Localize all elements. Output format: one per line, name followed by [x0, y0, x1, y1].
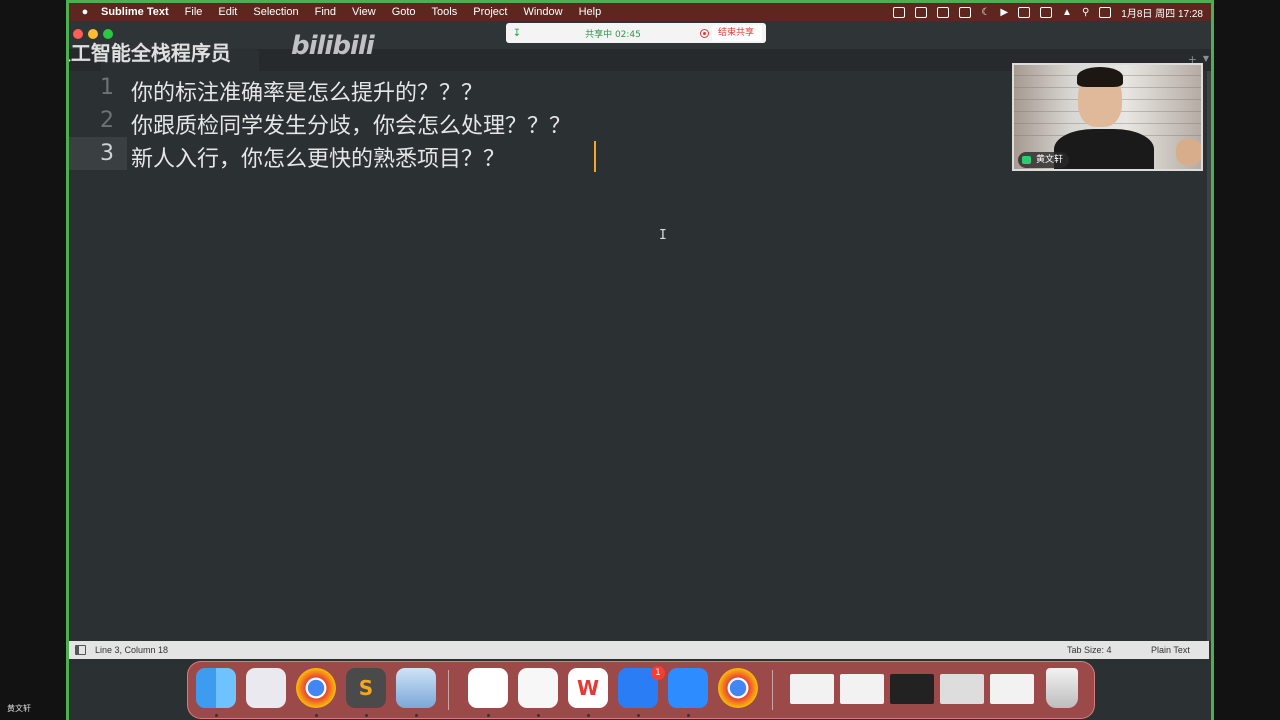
editor-scrollbar[interactable]	[1207, 71, 1211, 641]
notification-badge: 1	[651, 666, 665, 680]
play-icon[interactable]: ▶	[1000, 7, 1008, 18]
menu-bar: ● Sublime Text File Edit Selection Find …	[69, 3, 1211, 21]
window-thumbnail[interactable]	[790, 674, 834, 704]
battery-icon[interactable]	[1040, 6, 1053, 18]
viewer-name: 黄文轩	[7, 704, 31, 713]
share-status-text: 共享中 02:45	[585, 29, 641, 40]
menu-file[interactable]: File	[177, 6, 211, 18]
clock-text[interactable]: 1月8日 周四 17:28	[1121, 5, 1203, 20]
line-number: 1	[100, 75, 114, 100]
editor-line[interactable]: 新人入行，你怎么更快的熟悉项目？？	[131, 141, 505, 173]
record-icon[interactable]	[893, 6, 906, 18]
menu-project[interactable]: Project	[465, 6, 515, 18]
window-thumbnail[interactable]	[940, 674, 984, 704]
textedit-icon[interactable]	[518, 668, 558, 708]
menu-edit[interactable]: Edit	[210, 6, 245, 18]
baidu-netdisk-icon[interactable]	[468, 668, 508, 708]
menu-tools[interactable]: Tools	[424, 6, 466, 18]
search-icon[interactable]: ⚲	[1082, 7, 1089, 18]
syntax-selector[interactable]: Plain Text	[1151, 645, 1190, 655]
record-indicator-icon[interactable]	[698, 26, 712, 40]
finder-icon[interactable]	[196, 668, 236, 708]
wifi-icon[interactable]: ▲	[1062, 7, 1072, 18]
status-menu-area: ☾ ▶ ▲ ⚲ 1月8日 周四 17:28	[893, 3, 1203, 21]
channel-watermark: AI人工智能全栈程序员	[69, 41, 231, 65]
shared-screen: ● Sublime Text File Edit Selection Find …	[66, 0, 1214, 720]
cursor-position: Line 3, Column 18	[95, 645, 169, 655]
editor-line[interactable]: 你跟质检同学发生分歧，你会怎么处理？？？	[131, 108, 571, 140]
chrome-app-icon[interactable]	[718, 668, 758, 708]
menu-goto[interactable]: Goto	[384, 6, 424, 18]
tab-size-selector[interactable]: Tab Size: 4	[1067, 645, 1112, 655]
wps-icon[interactable]	[959, 6, 972, 18]
menu-view[interactable]: View	[344, 6, 384, 18]
mic-icon	[1022, 156, 1031, 164]
download-icon[interactable]: ↧	[506, 28, 528, 39]
window-thumbnail[interactable]	[840, 674, 884, 704]
participant-name-tag: 黄文轩	[1018, 152, 1070, 168]
apple-icon[interactable]: ●	[75, 6, 95, 18]
notification-icon[interactable]	[937, 6, 950, 18]
input-method-icon[interactable]	[1018, 6, 1031, 18]
trash-icon[interactable]	[1046, 668, 1078, 708]
launchpad-icon[interactable]	[246, 668, 286, 708]
screen-share-bar: ↧ 共享中 02:45 结束共享	[506, 23, 766, 43]
menu-help[interactable]: Help	[571, 6, 610, 18]
menu-app-name[interactable]: Sublime Text	[95, 6, 177, 18]
zoom-icon[interactable]	[668, 668, 708, 708]
left-letterbox	[0, 0, 66, 720]
end-share-button[interactable]: 结束共享	[711, 25, 762, 41]
text-caret	[594, 141, 596, 172]
preview-icon[interactable]	[396, 668, 436, 708]
video-tile[interactable]: 黄文轩	[1012, 63, 1203, 171]
editor-line[interactable]: 你的标注准确率是怎么提升的？？？	[131, 75, 483, 107]
participant-hair	[1077, 67, 1123, 87]
participant-body	[1054, 129, 1154, 169]
menu-window[interactable]: Window	[515, 6, 570, 18]
menu-selection[interactable]: Selection	[245, 6, 306, 18]
app-status-icon[interactable]	[915, 6, 928, 18]
dock: S W 1	[187, 661, 1095, 719]
moon-icon[interactable]: ☾	[981, 7, 990, 18]
bilibili-logo: bilibili	[291, 31, 375, 61]
ibeam-cursor-icon: I	[659, 228, 667, 243]
participant-hand	[1176, 139, 1201, 165]
window-thumbnail[interactable]	[890, 674, 934, 704]
participant-name: 黄文轩	[1036, 155, 1064, 165]
window-thumbnail[interactable]	[990, 674, 1034, 704]
control-center-icon[interactable]	[1099, 6, 1112, 18]
right-letterbox	[1214, 0, 1280, 720]
tab-dropdown-icon[interactable]: ▼	[1203, 54, 1209, 63]
sublime-text-icon[interactable]: S	[346, 668, 386, 708]
menu-find[interactable]: Find	[307, 6, 344, 18]
line-number: 2	[100, 108, 114, 133]
chrome-icon[interactable]	[296, 668, 336, 708]
wps-office-icon[interactable]: W	[568, 668, 608, 708]
panel-toggle-icon[interactable]	[75, 645, 86, 655]
status-bar: Line 3, Column 18 Tab Size: 4 Plain Text	[69, 641, 1209, 659]
line-number: 3	[100, 141, 114, 166]
